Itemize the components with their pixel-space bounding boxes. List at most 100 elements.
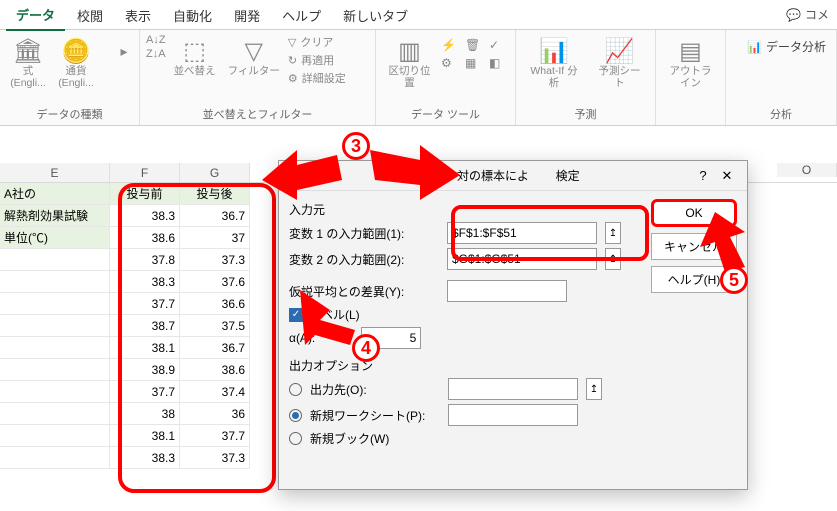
cell-after[interactable]: 36.7 <box>180 337 250 359</box>
output-radio-3[interactable] <box>289 432 302 445</box>
tab-data[interactable]: データ <box>6 0 65 31</box>
cell-before[interactable]: 38.6 <box>110 227 180 249</box>
tab-developer[interactable]: 開発 <box>224 0 270 30</box>
output-range-input[interactable] <box>448 378 578 400</box>
text-to-columns[interactable]: ▥ 区切り位置 <box>382 34 437 91</box>
cell-before[interactable]: 37.7 <box>110 381 180 403</box>
cell-before[interactable]: 38.3 <box>110 271 180 293</box>
group-outline-label <box>662 120 719 123</box>
flash-fill-icon[interactable]: ⚡ <box>441 38 461 52</box>
cell-before[interactable]: 38 <box>110 403 180 425</box>
header-before[interactable]: 投与前 <box>110 183 180 205</box>
cell-before[interactable]: 38.9 <box>110 359 180 381</box>
cell-before[interactable]: 38.3 <box>110 205 180 227</box>
cell-E[interactable]: 単位(℃) <box>0 227 110 249</box>
cell-E[interactable] <box>0 425 110 447</box>
col-header-F[interactable]: F <box>110 163 180 182</box>
output-radio-1-label: 出力先(O): <box>310 381 440 398</box>
cell-after[interactable]: 36.6 <box>180 293 250 315</box>
cell-before[interactable]: 38.1 <box>110 425 180 447</box>
var1-label: 変数 1 の入力範囲(1): <box>289 225 439 242</box>
var2-range-picker[interactable]: ↥ <box>605 248 621 270</box>
remove-dup-icon[interactable]: 🗑 <box>465 38 485 52</box>
cell-E[interactable]: 解熱剤効果試験 <box>0 205 110 227</box>
output-radio-1[interactable] <box>289 383 302 396</box>
relations-icon[interactable]: ▦ <box>465 56 485 70</box>
cell-after[interactable]: 37.6 <box>180 271 250 293</box>
var2-label: 変数 2 の入力範囲(2): <box>289 251 439 268</box>
filter-label: フィルター <box>228 66 280 78</box>
clear-filter[interactable]: ▽ クリア <box>288 34 346 50</box>
hypo-input[interactable] <box>447 280 567 302</box>
tab-new[interactable]: 新しいタブ <box>333 0 418 30</box>
reapply-filter[interactable]: ↻ 再適用 <box>288 52 346 68</box>
whatif-button[interactable]: 📊 What-If 分析 <box>522 34 586 91</box>
cell-after[interactable]: 37.4 <box>180 381 250 403</box>
comment-icon: 💬 <box>786 8 801 22</box>
cell-after[interactable]: 37.5 <box>180 315 250 337</box>
consolidate-icon[interactable]: ⚙ <box>441 56 461 70</box>
annotation-3: 3 <box>342 132 370 160</box>
datatype-currency[interactable]: 🪙 通貨 (Engli... <box>54 34 98 91</box>
bank-icon: 🏛 <box>13 36 43 66</box>
filter-button[interactable]: ▽ フィルター <box>224 34 284 80</box>
cell-before[interactable]: 37.8 <box>110 249 180 271</box>
cell-E[interactable] <box>0 359 110 381</box>
cell-after[interactable]: 36.7 <box>180 205 250 227</box>
col-header-O[interactable]: O <box>777 163 837 177</box>
cell-E[interactable] <box>0 337 110 359</box>
var1-input[interactable]: $F$1:$F$51 <box>447 222 597 244</box>
group-datatype-label: データの種類 <box>6 104 133 123</box>
data-analysis-button[interactable]: 📊 データ分析 <box>743 34 830 59</box>
cell-E-title[interactable]: A社の <box>0 183 110 205</box>
cell-E[interactable] <box>0 447 110 469</box>
output-radio-2[interactable] <box>289 409 302 422</box>
cell-E[interactable] <box>0 381 110 403</box>
sort-label: 並べ替え <box>174 66 216 78</box>
cell-before[interactable]: 38.7 <box>110 315 180 337</box>
cell-after[interactable]: 37.3 <box>180 447 250 469</box>
tab-view[interactable]: 表示 <box>115 0 161 30</box>
cell-after[interactable]: 37 <box>180 227 250 249</box>
cell-before[interactable]: 38.1 <box>110 337 180 359</box>
columns-icon: ▥ <box>398 36 421 66</box>
whatif-icon: 📊 <box>539 36 569 66</box>
header-after[interactable]: 投与後 <box>180 183 250 205</box>
tab-help[interactable]: ヘルプ <box>272 0 331 30</box>
datatype-stocks[interactable]: 🏛 式 (Engli... <box>6 34 50 91</box>
forecast-button[interactable]: 📈 予測シート <box>590 34 649 91</box>
sort-button[interactable]: ⬚ 並べ替え <box>170 34 220 80</box>
sort-asc-button[interactable]: A↓Z <box>146 34 166 46</box>
comments-button[interactable]: 💬 コメ <box>786 6 837 23</box>
annotation-arrow-4 <box>300 290 360 345</box>
cell-after[interactable]: 38.6 <box>180 359 250 381</box>
dialog-help-icon[interactable]: ? <box>691 168 715 183</box>
new-sheet-name-input[interactable] <box>448 404 578 426</box>
sort-desc-button[interactable]: Z↓A <box>146 48 166 60</box>
var1-range-picker[interactable]: ↥ <box>605 222 621 244</box>
tab-automate[interactable]: 自動化 <box>163 0 222 30</box>
cell-E[interactable] <box>0 403 110 425</box>
advanced-filter[interactable]: ⚙ 詳細設定 <box>288 70 346 86</box>
datamodel-icon[interactable]: ◧ <box>489 56 509 70</box>
cell-before[interactable]: 37.7 <box>110 293 180 315</box>
cell-after[interactable]: 37.7 <box>180 425 250 447</box>
sort-icon: ⬚ <box>183 36 206 66</box>
var2-input[interactable]: $G$1:$G$51 <box>447 248 597 270</box>
col-header-E[interactable]: E <box>0 163 110 182</box>
cell-after[interactable]: 36 <box>180 403 250 425</box>
data-val-icon[interactable]: ✓ <box>489 38 509 52</box>
cell-after[interactable]: 37.3 <box>180 249 250 271</box>
split-label: 区切り位置 <box>386 66 433 89</box>
outline-button[interactable]: ▤ アウトライン <box>662 34 719 91</box>
cell-E[interactable] <box>0 271 110 293</box>
cell-before[interactable]: 38.3 <box>110 447 180 469</box>
dialog-close-icon[interactable]: ✕ <box>715 168 739 184</box>
tab-review[interactable]: 校閲 <box>67 0 113 30</box>
output-range-picker[interactable]: ↥ <box>586 378 602 400</box>
col-header-G[interactable]: G <box>180 163 250 182</box>
outline-icon: ▤ <box>679 36 702 66</box>
cell-E[interactable] <box>0 293 110 315</box>
cell-E[interactable] <box>0 249 110 271</box>
cell-E[interactable] <box>0 315 110 337</box>
